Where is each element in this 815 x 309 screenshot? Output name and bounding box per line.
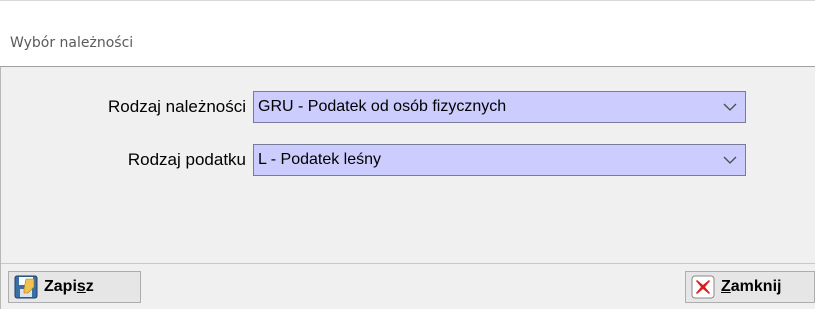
button-bar: Zapisz Zamknij — [1, 263, 815, 309]
title-bar: Wybór należności — [0, 0, 815, 66]
dialog-body: Rodzaj należności GRU - Podatek od osób … — [0, 66, 815, 309]
rodzaj-podatku-select[interactable]: L - Podatek leśny — [253, 144, 746, 176]
rodzaj-podatku-label: Rodzaj podatku — [127, 150, 246, 169]
rodzaj-podatku-row: Rodzaj podatku L - Podatek leśny — [1, 144, 815, 176]
save-button[interactable]: Zapisz — [8, 271, 141, 303]
save-button-label: Zapisz — [44, 278, 94, 295]
rodzaj-naleznosci-row: Rodzaj należności GRU - Podatek od osób … — [1, 91, 815, 123]
close-button[interactable]: Zamknij — [685, 271, 815, 303]
rodzaj-podatku-value: L - Podatek leśny — [258, 151, 382, 168]
naleznosci-dialog: Wybór należności Rodzaj należności GRU -… — [0, 0, 815, 309]
close-button-label: Zamknij — [721, 278, 782, 295]
save-disk-icon — [14, 275, 38, 299]
chevron-down-icon[interactable] — [715, 92, 745, 122]
rodzaj-naleznosci-value: GRU - Podatek od osób fizycznych — [258, 98, 507, 115]
red-x-close-icon — [691, 275, 715, 299]
chevron-down-icon[interactable] — [715, 145, 745, 175]
rodzaj-naleznosci-label: Rodzaj należności — [108, 97, 246, 116]
window-title: Wybór należności — [10, 35, 134, 51]
rodzaj-naleznosci-select[interactable]: GRU - Podatek od osób fizycznych — [253, 91, 746, 123]
